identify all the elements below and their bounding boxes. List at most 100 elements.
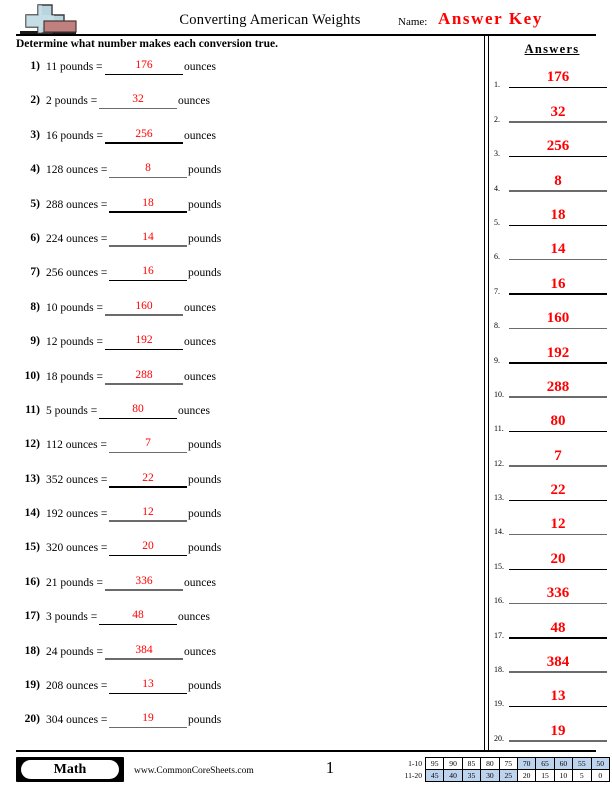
problem-row: 8) 10 pounds = 160 ounces xyxy=(0,293,480,327)
problem-number: 5) xyxy=(30,197,40,210)
answer-underline xyxy=(109,245,187,247)
score-cell: 45 xyxy=(424,769,445,783)
problem-unit: pounds xyxy=(188,508,222,521)
problem-question: 2 pounds = xyxy=(46,95,98,108)
answer-key-number: 17. xyxy=(494,630,504,640)
problem-question: 288 ounces = xyxy=(46,198,108,211)
problem-row: 4) 128 ounces = 8 pounds xyxy=(0,155,480,189)
answer-blank[interactable]: 384 xyxy=(105,643,183,660)
problem-unit: pounds xyxy=(188,439,222,452)
answer-blank[interactable]: 192 xyxy=(105,333,183,351)
score-range-label: 1-10 xyxy=(408,759,422,769)
problem-question: 16 pounds = xyxy=(46,129,103,142)
answer-key-underline xyxy=(509,396,607,398)
answer-key-row: 11. 80 xyxy=(492,401,612,435)
answer-key-number: 10. xyxy=(494,389,504,399)
answer-blank[interactable]: 80 xyxy=(99,402,177,419)
answer-underline xyxy=(99,107,177,110)
answer-key-row: 20. 19 xyxy=(492,710,612,744)
problem-row: 9) 12 pounds = 192 ounces xyxy=(0,327,480,361)
answer-blank[interactable]: 22 xyxy=(109,471,187,488)
score-cell: 80 xyxy=(480,756,500,771)
answer-blank[interactable]: 256 xyxy=(105,127,183,144)
problem-question: 112 ounces = xyxy=(46,439,107,452)
answer-blank[interactable]: 160 xyxy=(105,299,183,316)
problem-number: 1) xyxy=(30,60,40,72)
problem-number: 10) xyxy=(24,369,40,382)
answer-blank[interactable]: 7 xyxy=(109,436,187,454)
page-number: 1 xyxy=(325,758,335,777)
answer-key-underline xyxy=(509,224,607,226)
answer-key-row: 2. 32 xyxy=(492,91,612,125)
problem-row: 6) 224 ounces = 14 pounds xyxy=(0,224,480,258)
answer-blank[interactable]: 16 xyxy=(109,264,187,282)
problem-unit: pounds xyxy=(188,680,222,693)
answer-key-number: 16. xyxy=(494,596,504,606)
answer-blank[interactable]: 288 xyxy=(105,368,183,385)
problem-unit: pounds xyxy=(188,232,222,245)
answer-value: 336 xyxy=(135,574,153,587)
answer-value: 80 xyxy=(132,402,144,415)
answer-underline xyxy=(105,658,183,660)
answers-column: Answers 1. 176 2. 32 3. 256 4. 8 5. 18 6. 14 7. 16 8. 1… xyxy=(492,40,612,745)
answer-underline xyxy=(99,417,177,419)
answer-blank[interactable]: 12 xyxy=(109,505,187,523)
answer-key-value: 336 xyxy=(546,585,570,602)
answer-underline xyxy=(109,520,187,523)
answer-value: 288 xyxy=(135,368,153,381)
answer-key-number: 18. xyxy=(494,665,504,675)
answer-value: 12 xyxy=(142,506,154,519)
problem-row: 14) 192 ounces = 12 pounds xyxy=(0,499,480,533)
answer-key-number: 8. xyxy=(494,321,500,331)
answer-key-underline xyxy=(509,431,607,433)
problem-number: 16) xyxy=(24,575,40,588)
answer-value: 16 xyxy=(142,265,154,278)
answer-key-number: 7. xyxy=(494,286,500,296)
answer-underline xyxy=(109,211,187,213)
answer-blank[interactable]: 14 xyxy=(109,230,187,247)
answer-blank[interactable]: 13 xyxy=(109,677,187,695)
problem-row: 11) 5 pounds = 80 ounces xyxy=(0,396,480,430)
score-cell: 15 xyxy=(535,769,555,783)
answer-key-value: 18 xyxy=(550,206,566,223)
problem-unit: ounces xyxy=(178,611,210,624)
answer-blank[interactable]: 19 xyxy=(109,711,187,729)
answer-key-underline xyxy=(509,706,607,708)
answer-key-row: 14. 12 xyxy=(492,504,612,538)
answer-blank[interactable]: 20 xyxy=(109,539,187,557)
problem-question: 224 ounces = xyxy=(46,232,108,245)
score-cell: 10 xyxy=(553,769,574,783)
score-cell: 60 xyxy=(553,756,574,771)
answer-key-number: 11. xyxy=(494,424,504,434)
problem-number: 14) xyxy=(24,507,40,520)
problem-number: 17) xyxy=(24,610,40,623)
answer-key-underline xyxy=(509,740,607,742)
problem-question: 208 ounces = xyxy=(46,680,108,693)
answer-blank[interactable]: 336 xyxy=(105,574,183,591)
problem-question: 304 ounces = xyxy=(46,714,108,727)
problem-number: 20) xyxy=(24,713,40,726)
answer-key-underline xyxy=(509,362,607,364)
answer-key-number: 4. xyxy=(494,183,500,193)
subject-pill: Math xyxy=(21,760,119,779)
answer-key-value: 176 xyxy=(546,69,570,86)
problem-unit: pounds xyxy=(188,473,222,486)
answer-blank[interactable]: 48 xyxy=(99,608,177,626)
answer-key-row: 6. 14 xyxy=(492,229,612,263)
score-cell: 40 xyxy=(443,769,463,783)
answer-blank[interactable]: 176 xyxy=(105,58,183,75)
answer-underline xyxy=(109,486,187,488)
problem-question: 18 pounds = xyxy=(46,370,103,383)
answers-heading: Answers xyxy=(524,42,580,56)
score-cell: 5 xyxy=(572,769,592,783)
score-cell: 95 xyxy=(424,756,445,771)
answer-blank[interactable]: 18 xyxy=(109,196,187,213)
problem-question: 5 pounds = xyxy=(46,404,98,417)
answer-underline xyxy=(99,623,177,626)
answer-blank[interactable]: 8 xyxy=(109,161,187,179)
page-title: Converting American Weights xyxy=(179,12,361,28)
answer-blank[interactable]: 32 xyxy=(99,92,177,110)
score-cell: 20 xyxy=(516,769,537,783)
answer-key-number: 1. xyxy=(494,80,500,90)
problem-list: 1) 11 pounds = 176 ounces 2) 2 pounds = 32 ounc… xyxy=(0,52,480,740)
